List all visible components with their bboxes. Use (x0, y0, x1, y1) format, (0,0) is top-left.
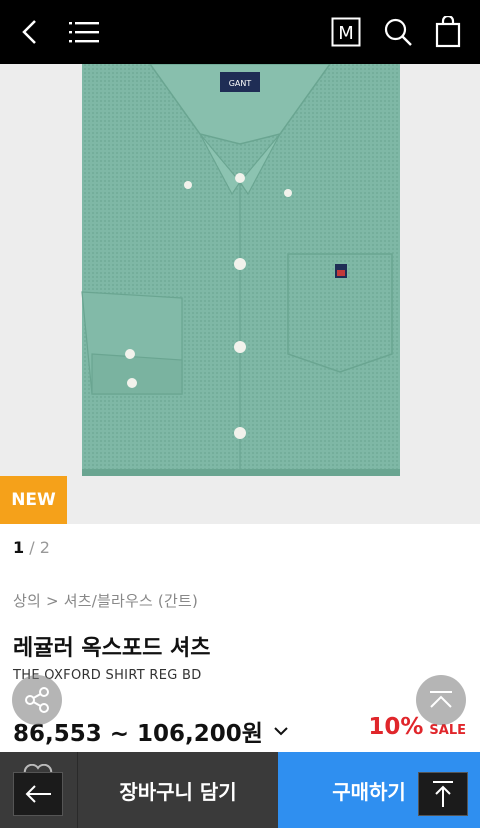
product-image[interactable]: GANT (0, 64, 480, 524)
product-title: 레귤러 옥스포드 셔츠 (13, 636, 211, 661)
hamburger-icon (69, 22, 99, 43)
add-to-cart-button[interactable]: 장바구니 담기 (77, 752, 278, 828)
chevron-left-icon (22, 20, 36, 44)
top-navigation-bar: M (0, 0, 480, 64)
chevron-down-icon (274, 727, 288, 736)
svg-text:GANT: GANT (229, 79, 252, 88)
search-button[interactable] (380, 0, 416, 64)
new-badge: NEW (0, 476, 67, 524)
m-button[interactable]: M (328, 0, 364, 64)
share-button[interactable] (12, 675, 62, 725)
menu-button[interactable] (66, 0, 102, 64)
price-range[interactable]: 86,553 ~ 106,200원 (13, 714, 289, 748)
back-button[interactable] (10, 0, 50, 64)
image-pager: 1 / 2 (13, 538, 50, 557)
bottom-action-bar: 장바구니 담기 구매하기 (0, 752, 480, 828)
pager-separator: / (29, 538, 35, 557)
shopping-bag-icon (435, 16, 461, 48)
floating-back-button[interactable] (13, 772, 63, 816)
chevron-up-icon (430, 691, 452, 708)
svg-text:M: M (338, 23, 354, 44)
search-icon (384, 18, 412, 46)
share-icon (25, 687, 49, 713)
discount-percent: 10% (368, 714, 424, 740)
pager-current: 1 (13, 538, 25, 557)
floating-top-button[interactable] (418, 772, 468, 816)
shirt-image: GANT (0, 64, 480, 524)
m-logo-icon: M (331, 17, 361, 47)
arrow-up-icon (433, 781, 453, 807)
breadcrumb[interactable]: 상의 > 셔츠/블라우스 (간트) (13, 590, 198, 611)
sale-label: SALE (429, 723, 466, 738)
scroll-top-circle-button[interactable] (416, 675, 466, 725)
cart-icon-button[interactable] (430, 0, 466, 64)
arrow-left-icon (25, 785, 51, 803)
pager-total: 2 (39, 538, 50, 557)
